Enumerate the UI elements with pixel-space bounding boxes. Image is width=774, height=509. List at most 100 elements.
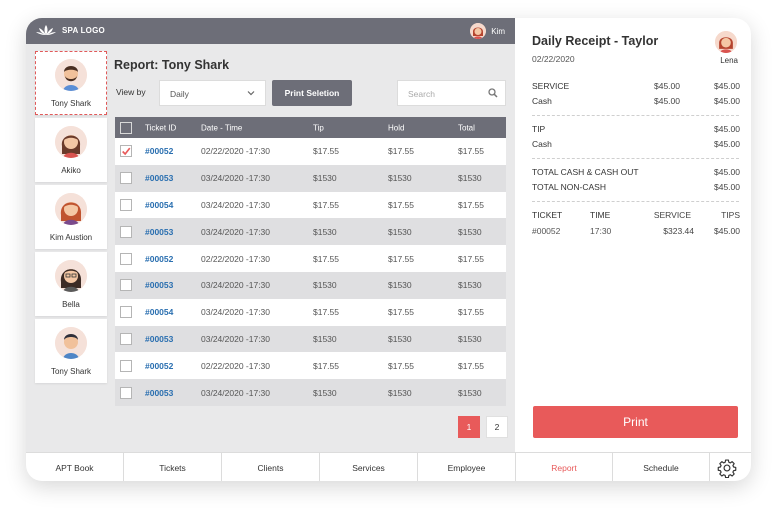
table-row[interactable]: #00054 03/24/2020 -17:30 $17.55 $17.55 $17.5… (115, 298, 506, 326)
select-all-checkbox[interactable] (120, 121, 132, 134)
service-value-1: $45.00 (654, 81, 680, 91)
lotus-icon (36, 25, 56, 35)
row-datetime: 03/24/2020 -17:30 (201, 226, 271, 237)
ticket-id[interactable]: #00053 (145, 227, 173, 237)
row-checkbox[interactable] (120, 198, 132, 211)
row-checkbox[interactable] (120, 279, 132, 292)
table-row[interactable]: #00053 03/24/2020 -17:30 $1530 $1530 $1530 (115, 271, 506, 299)
nav-employee[interactable]: Employee (418, 453, 516, 481)
ticket-id[interactable]: #00053 (145, 388, 173, 398)
ticket-id[interactable]: #00054 (145, 200, 173, 210)
total-noncash-label: TOTAL NON-CASH (532, 182, 606, 192)
table-row[interactable]: #00053 03/24/2020 -17:30 $1530 $1530 $1530 (115, 379, 506, 406)
nav-clients[interactable]: Clients (222, 453, 320, 481)
row-hold: $1530 (388, 333, 412, 344)
logo-text: SPA LOGO (62, 25, 105, 35)
employee-card-akiko[interactable]: Akiko (35, 118, 107, 182)
employee-card-tony-shark-2[interactable]: Tony Shark (35, 319, 107, 383)
nav-report[interactable]: Report (516, 453, 613, 481)
ticket-id[interactable]: #00053 (145, 173, 173, 183)
service-value-2: $45.00 (714, 81, 740, 91)
top-bar: SPA LOGO Kim (26, 18, 515, 44)
row-total: $1530 (458, 333, 482, 344)
current-user[interactable]: Kim (470, 23, 505, 39)
receipt-panel: Daily Receipt - Taylor 02/22/2020 Lena S… (515, 18, 751, 452)
employee-card-bella[interactable]: Bella (35, 252, 107, 316)
total-noncash-value: $45.00 (714, 182, 740, 192)
settings-button[interactable] (710, 453, 744, 481)
employee-avatar (55, 193, 87, 225)
ticket-id[interactable]: #00054 (145, 307, 173, 317)
detail-ticket: #00052 (532, 226, 561, 236)
row-checkbox[interactable] (120, 252, 132, 265)
detail-time: 17:30 (590, 226, 612, 236)
nav-apt-book[interactable]: APT Book (26, 453, 124, 481)
nav-tickets[interactable]: Tickets (124, 453, 222, 481)
receipt-title: Daily Receipt - Taylor (532, 34, 659, 48)
table-row[interactable]: #00053 03/24/2020 -17:30 $1530 $1530 $1530 (115, 325, 506, 353)
nav-schedule[interactable]: Schedule (613, 453, 710, 481)
employee-name: Tony Shark (50, 99, 92, 108)
nav-services[interactable]: Services (320, 453, 418, 481)
employee-name: Bella (62, 300, 80, 309)
column-header: Hold (388, 123, 405, 132)
employee-card-kim-austion[interactable]: Kim Austion (35, 185, 107, 249)
print-selection-button[interactable]: Print Seletion (272, 80, 352, 106)
page-button-1[interactable]: 1 (458, 416, 480, 438)
table-row[interactable]: #00052 02/22/2020 -17:30 $17.55 $17.55 $17.5… (115, 138, 506, 165)
ticket-id[interactable]: #00053 (145, 334, 173, 344)
row-hold: $1530 (388, 280, 412, 291)
row-checkbox[interactable] (120, 332, 132, 345)
employee-avatar (55, 260, 87, 292)
row-checkbox[interactable] (120, 359, 132, 372)
row-datetime: 03/24/2020 -17:30 (201, 307, 271, 318)
user-name: Kim (491, 26, 505, 36)
row-checkbox[interactable] (120, 145, 132, 158)
row-checkbox[interactable] (120, 306, 132, 319)
row-total: $17.55 (458, 360, 484, 371)
ticket-id[interactable]: #00052 (145, 146, 173, 156)
row-datetime: 03/24/2020 -17:30 (201, 387, 271, 398)
table-row[interactable]: #00053 03/24/2020 -17:30 $1530 $1530 $1530 (115, 164, 506, 192)
column-header: Ticket ID (145, 123, 177, 132)
row-checkbox[interactable] (120, 172, 132, 185)
spa-logo: SPA LOGO (36, 24, 105, 36)
cash-value-2: $45.00 (714, 96, 740, 106)
row-tip: $17.55 (313, 360, 339, 371)
detail-tips: $45.00 (714, 226, 740, 236)
table-row[interactable]: #00053 03/24/2020 -17:30 $1530 $1530 $1530 (115, 218, 506, 246)
cash-value-1: $45.00 (654, 96, 680, 106)
tickets-table: Ticket ID Date - Time Tip Hold Total #00… (115, 117, 506, 406)
table-row[interactable]: #00054 03/24/2020 -17:30 $17.55 $17.55 $17.5… (115, 191, 506, 219)
detail-header-time: TIME (590, 210, 611, 220)
detail-service: $323.44 (663, 226, 694, 236)
row-checkbox[interactable] (120, 386, 132, 399)
row-datetime: 03/24/2020 -17:30 (201, 173, 271, 184)
row-total: $1530 (458, 280, 482, 291)
search-input[interactable]: Search (397, 80, 506, 106)
print-button[interactable]: Print (533, 406, 738, 438)
row-hold: $17.55 (388, 307, 414, 318)
row-tip: $17.55 (313, 199, 339, 210)
table-header: Ticket ID Date - Time Tip Hold Total (115, 117, 506, 138)
row-total: $17.55 (458, 307, 484, 318)
total-cash-label: TOTAL CASH & CASH OUT (532, 167, 639, 177)
row-hold: $17.55 (388, 199, 414, 210)
employee-card-tony-shark[interactable]: Tony Shark (35, 51, 107, 115)
row-tip: $1530 (313, 280, 337, 291)
row-total: $17.55 (458, 146, 484, 157)
detail-header-service: SERVICE (653, 210, 691, 220)
ticket-id[interactable]: #00052 (145, 361, 173, 371)
search-icon (488, 88, 498, 98)
detail-header-ticket: TICKET (532, 210, 563, 220)
row-datetime: 02/22/2020 -17:30 (201, 146, 271, 157)
view-by-select[interactable]: Daily (159, 80, 266, 106)
row-hold: $17.55 (388, 253, 414, 264)
row-tip: $17.55 (313, 307, 339, 318)
row-checkbox[interactable] (120, 225, 132, 238)
ticket-id[interactable]: #00052 (145, 254, 173, 264)
page-button-2[interactable]: 2 (486, 416, 508, 438)
table-row[interactable]: #00052 02/22/2020 -17:30 $17.55 $17.55 $17.5… (115, 245, 506, 272)
table-row[interactable]: #00052 02/22/2020 -17:30 $17.55 $17.55 $17.5… (115, 352, 506, 380)
ticket-id[interactable]: #00053 (145, 280, 173, 290)
